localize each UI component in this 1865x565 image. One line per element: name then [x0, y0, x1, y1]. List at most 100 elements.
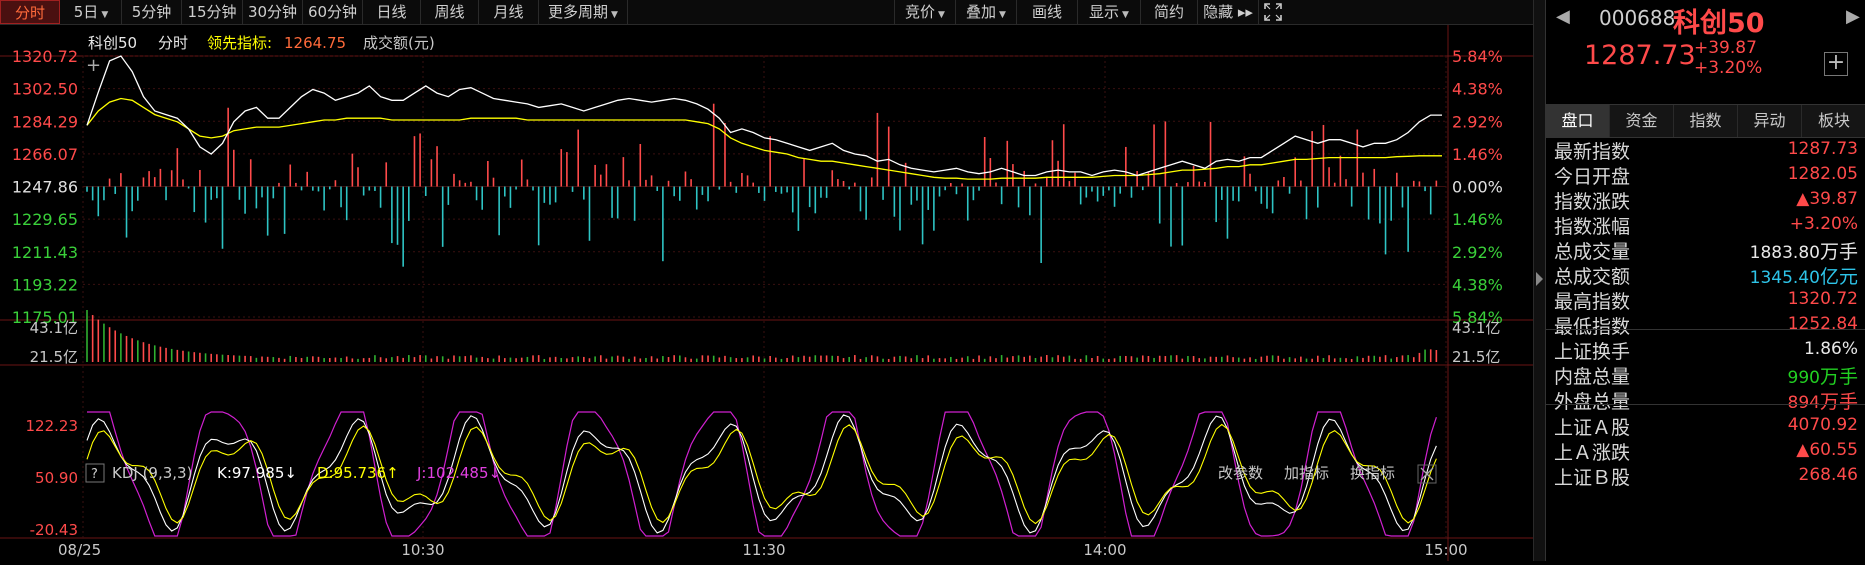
- quote-value: 1320.72: [1788, 287, 1858, 309]
- tab-30min[interactable]: 30分钟: [243, 0, 303, 24]
- quote-value: 1345.40亿元: [1750, 262, 1858, 289]
- quote-row: 最新指数 1287.73: [1546, 137, 1864, 163]
- collapse-arrow-icon[interactable]: [1536, 272, 1543, 286]
- tab-60min[interactable]: 60分钟: [303, 0, 363, 24]
- quote-label: 上证换手: [1554, 341, 1631, 363]
- price-axis-label: 1320.72: [12, 47, 78, 66]
- price-axis-label: 1266.07: [12, 145, 78, 164]
- add-indicator-button[interactable]: 加指标: [1284, 464, 1329, 482]
- tab-index[interactable]: 指数: [1674, 105, 1738, 137]
- last-price: 1287.73: [1584, 40, 1696, 71]
- tab-monthly[interactable]: 月线: [479, 0, 539, 24]
- quote-number: 4070.92: [1787, 415, 1858, 435]
- fullscreen-button[interactable]: [1258, 0, 1287, 24]
- tab-label: 60分钟: [307, 3, 358, 21]
- quote-row: 上证Ａ股 4070.92: [1546, 413, 1864, 439]
- plus-icon[interactable]: +: [86, 55, 101, 76]
- tab-label: 30分钟: [247, 3, 298, 21]
- time-axis-label: 15:00: [1424, 541, 1467, 559]
- overlay-button[interactable]: 叠加 ▼: [955, 0, 1016, 24]
- quote-number: +3.20%: [1789, 214, 1858, 234]
- quote-number: 1345.40: [1749, 268, 1820, 288]
- tab-capital[interactable]: 资金: [1610, 105, 1674, 137]
- add-watchlist-icon[interactable]: +: [1824, 52, 1848, 76]
- quote-label: 上证Ｂ股: [1554, 467, 1631, 489]
- tab-intraday[interactable]: 分时: [0, 0, 60, 24]
- close-indicator-button[interactable]: [1417, 464, 1437, 484]
- quote-number: ▲39.87: [1796, 189, 1858, 209]
- kdj-name: KDJ (9,3,3): [112, 464, 192, 482]
- quote-number: 1320.72: [1787, 289, 1858, 309]
- caret-down-icon: ▼: [999, 10, 1006, 20]
- quote-row: 总成交量 1883.80万手: [1546, 237, 1864, 263]
- quote-row: 最高指数 1320.72: [1546, 287, 1864, 313]
- period-toolbar: 分时 5日 ▼ 5分钟 15分钟 30分钟 60分钟 日线 周线 月线 更多周期 ▼…: [0, 0, 1533, 25]
- kdj-k-value: K:97.985↓: [217, 464, 297, 482]
- price-axis-label: 1302.50: [12, 80, 78, 99]
- price-change: +39.87: [1694, 38, 1757, 58]
- quote-header: ◀ 000688 科创50 ▶ 1287.73 +39.87 +3.20% +: [1546, 0, 1865, 100]
- volume-axis-label: 43.1亿: [1452, 319, 1500, 337]
- button-label: 隐藏 ▸▸: [1203, 3, 1253, 21]
- pct-axis-label: 1.46%: [1452, 145, 1503, 164]
- price-axis-label: 1193.22: [12, 275, 78, 294]
- simple-button[interactable]: 简约: [1140, 0, 1197, 24]
- quote-label: 指数涨跌: [1554, 191, 1631, 213]
- tab-more-periods[interactable]: 更多周期 ▼: [539, 0, 628, 24]
- tab-15min[interactable]: 15分钟: [182, 0, 243, 24]
- volume-axis-label: 43.1亿: [30, 319, 78, 337]
- tab-5day[interactable]: 5日 ▼: [61, 0, 122, 24]
- quote-row: 内盘总量 990万手: [1546, 362, 1864, 389]
- caret-down-icon: ▼: [1122, 10, 1129, 20]
- sidebar-tabs: 盘口 资金 指数 异动 板块: [1546, 104, 1865, 138]
- tab-label: 分时: [14, 4, 45, 22]
- legend-volume-label: 成交额(元): [363, 34, 435, 52]
- quote-label: 最新指数: [1554, 141, 1631, 163]
- price-axis-label: 1284.29: [12, 112, 78, 131]
- kdj-axis-label: 50.90: [35, 469, 78, 487]
- quote-label: 外盘总量: [1554, 391, 1631, 413]
- tab-handicap[interactable]: 盘口: [1546, 105, 1610, 137]
- draw-line-button[interactable]: 画线: [1016, 0, 1077, 24]
- quote-number: 1252.84: [1787, 314, 1858, 334]
- tab-5min[interactable]: 5分钟: [122, 0, 182, 24]
- quote-row: 上证换手 1.86%: [1546, 337, 1864, 363]
- tab-label: 5日: [73, 3, 99, 21]
- tab-sector[interactable]: 板块: [1802, 105, 1865, 137]
- quote-value: 990万手: [1788, 362, 1858, 389]
- security-name: 科创50: [1673, 8, 1765, 39]
- quote-label: 上证Ａ股: [1554, 417, 1631, 439]
- price-axis-label: 1211.43: [12, 243, 78, 262]
- display-button[interactable]: 显示 ▼: [1077, 0, 1140, 24]
- kdj-j-value: J:102.485↓: [416, 464, 501, 482]
- switch-indicator-button[interactable]: 换指标: [1350, 464, 1395, 482]
- quote-row: 指数涨幅 +3.20%: [1546, 212, 1864, 238]
- quote-value: +3.20%: [1790, 212, 1858, 234]
- prev-arrow-icon[interactable]: ◀: [1556, 6, 1570, 27]
- button-label: 简约: [1153, 3, 1184, 21]
- quote-row: 外盘总量 894万手: [1546, 387, 1864, 413]
- time-axis-label: 14:00: [1083, 541, 1126, 559]
- hide-button[interactable]: 隐藏 ▸▸: [1197, 0, 1258, 24]
- tab-anomaly[interactable]: 异动: [1738, 105, 1802, 137]
- price-axis-label: 1229.65: [12, 210, 78, 229]
- tab-weekly[interactable]: 周线: [421, 0, 479, 24]
- chart-area[interactable]: 1320.72 1302.50 1284.29 1266.07 1247.86 1229.…: [0, 25, 1533, 561]
- tab-daily[interactable]: 日线: [363, 0, 421, 24]
- quote-row: 总成交额 1345.40亿元: [1546, 262, 1864, 289]
- quote-value: 1.86%: [1804, 337, 1858, 359]
- edit-params-button[interactable]: 改参数: [1218, 464, 1263, 482]
- quote-number: 894: [1787, 393, 1820, 413]
- quote-unit: 万手: [1819, 241, 1858, 263]
- chart-axes: 1320.72 1302.50 1284.29 1266.07 1247.86 1229.…: [12, 47, 1503, 559]
- pct-axis-label: 5.84%: [1452, 47, 1503, 66]
- intraday-chart[interactable]: 1320.72 1302.50 1284.29 1266.07 1247.86 1229.…: [0, 25, 1533, 561]
- auction-button[interactable]: 竞价 ▼: [894, 0, 955, 24]
- quote-value: ▲60.55: [1796, 438, 1858, 460]
- expand-icon: [1264, 3, 1282, 21]
- quote-label: 总成交量: [1554, 241, 1631, 263]
- quote-number: ▲60.55: [1796, 440, 1858, 460]
- tab-label: 周线: [434, 3, 465, 21]
- next-arrow-icon[interactable]: ▶: [1846, 6, 1860, 27]
- quote-value: 4070.92: [1788, 413, 1858, 435]
